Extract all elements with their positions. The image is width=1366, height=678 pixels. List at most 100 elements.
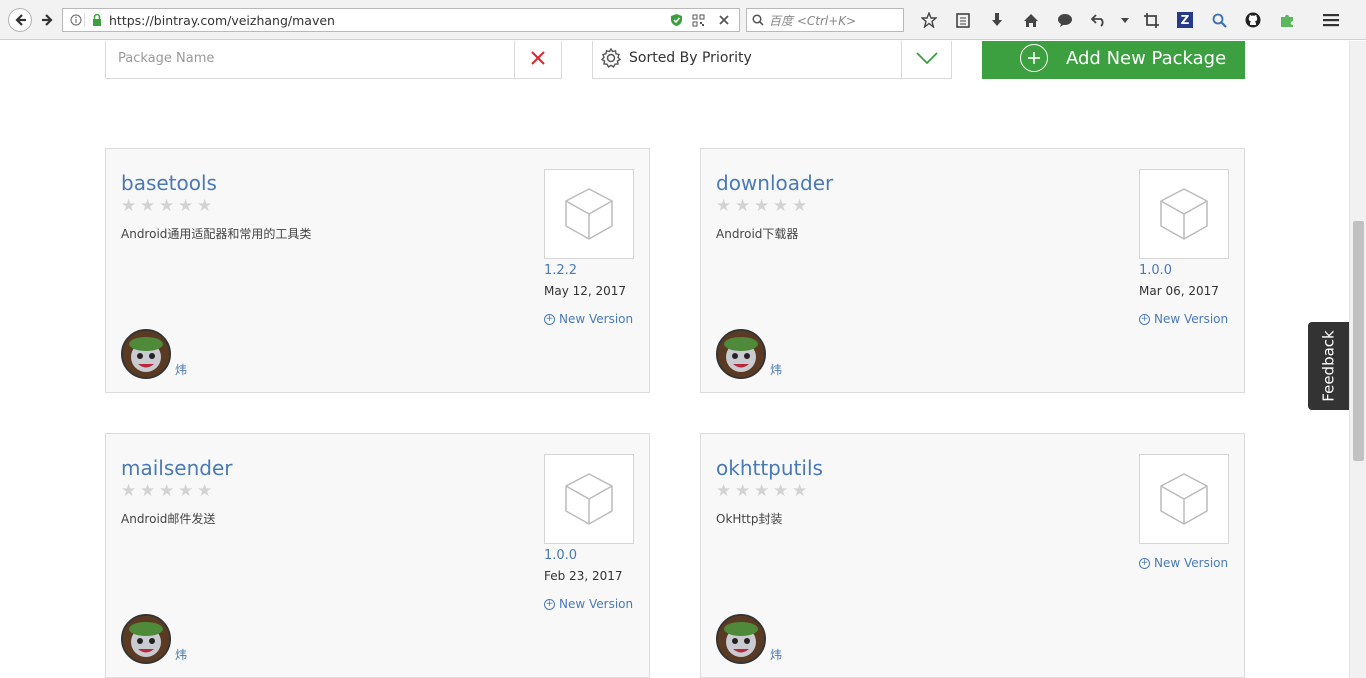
owner-avatar[interactable] (716, 614, 766, 664)
owner-name-link[interactable]: 炜 (175, 361, 187, 378)
latest-version-link[interactable]: 1.0.0 (544, 548, 577, 563)
rating-stars[interactable]: ★ ★ ★ ★ ★ (716, 198, 811, 215)
new-version-link[interactable]: + New Version (544, 312, 633, 326)
star-icon[interactable]: ★ (792, 198, 811, 215)
version-date: Feb 23, 2017 (544, 569, 623, 583)
new-version-label: New Version (559, 597, 634, 611)
github-icon[interactable] (1236, 8, 1270, 32)
owner-name-link[interactable]: 炜 (770, 646, 782, 663)
star-icon[interactable]: ★ (140, 483, 159, 500)
package-description: Android下载器 (716, 227, 799, 241)
dropdown-caret-icon[interactable] (1116, 8, 1134, 32)
rating-stars[interactable]: ★ ★ ★ ★ ★ (716, 483, 811, 500)
star-icon[interactable]: ★ (178, 198, 197, 215)
star-icon[interactable]: ★ (754, 483, 773, 500)
back-button[interactable] (8, 8, 32, 32)
star-icon[interactable]: ★ (716, 483, 735, 500)
package-box-icon (1139, 454, 1229, 544)
rating-stars[interactable]: ★ ★ ★ ★ ★ (121, 198, 216, 215)
star-icon[interactable]: ★ (197, 483, 216, 500)
package-card: mailsender ★ ★ ★ ★ ★ Android邮件发送 1.0.0 Feb 2… (105, 433, 650, 678)
star-icon[interactable]: ★ (773, 198, 792, 215)
package-name-link[interactable]: downloader (716, 171, 833, 195)
package-description: Android邮件发送 (121, 512, 216, 526)
package-name-link[interactable]: okhttputils (716, 456, 823, 480)
magnifier-icon[interactable] (1202, 8, 1236, 32)
feedback-label: Feedback (1320, 330, 1338, 402)
puzzle-icon[interactable] (1270, 8, 1304, 32)
add-new-package-label: Add New Package (1066, 47, 1227, 69)
package-name-link[interactable]: mailsender (121, 456, 232, 480)
owner-avatar[interactable] (716, 329, 766, 379)
star-icon[interactable]: ★ (197, 198, 216, 215)
star-icon[interactable]: ★ (178, 483, 197, 500)
star-icon[interactable]: ★ (121, 483, 140, 500)
zotero-icon[interactable]: Z (1168, 8, 1202, 32)
package-description: OkHttp封装 (716, 512, 783, 526)
package-name-link[interactable]: basetools (121, 171, 217, 195)
new-version-link[interactable]: + New Version (1139, 312, 1228, 326)
bookmark-star-icon[interactable] (912, 8, 946, 32)
star-icon[interactable]: ★ (159, 198, 178, 215)
reader-list-icon[interactable] (946, 8, 980, 32)
stop-icon[interactable] (709, 9, 739, 31)
star-icon[interactable]: ★ (792, 483, 811, 500)
plus-circle-icon: + (1139, 557, 1150, 569)
sort-dropdown[interactable]: Sorted By Priority (592, 41, 902, 79)
sort-label: Sorted By Priority (629, 50, 752, 66)
star-icon[interactable]: ★ (735, 198, 754, 215)
menu-hamburger-icon[interactable] (1314, 8, 1348, 32)
chevron-down-icon (915, 52, 938, 64)
info-icon[interactable] (67, 13, 85, 27)
star-icon[interactable]: ★ (735, 483, 754, 500)
browser-toolbar: https://bintray.com/veizhang/maven 百度 <C… (0, 0, 1366, 40)
toolbar-icons: Z (912, 8, 1348, 32)
home-icon[interactable] (1014, 8, 1048, 32)
clear-filter-button[interactable] (514, 41, 562, 79)
plus-circle-icon: + (544, 598, 555, 610)
star-icon[interactable]: ★ (716, 198, 735, 215)
gear-icon (599, 46, 623, 70)
owner-avatar[interactable] (121, 614, 171, 664)
scrollbar-thumb[interactable] (1353, 221, 1364, 461)
shield-check-icon[interactable] (665, 9, 687, 31)
rating-stars[interactable]: ★ ★ ★ ★ ★ (121, 483, 216, 500)
new-version-link[interactable]: + New Version (544, 597, 633, 611)
package-box-icon (544, 454, 634, 544)
qr-code-icon[interactable] (687, 9, 709, 31)
url-bar[interactable]: https://bintray.com/veizhang/maven (62, 8, 740, 32)
chat-bubble-icon[interactable] (1048, 8, 1082, 32)
add-new-package-button[interactable]: Add New Package (982, 41, 1245, 79)
package-name-filter[interactable]: Package Name (105, 41, 515, 79)
owner-name-link[interactable]: 炜 (175, 646, 187, 663)
package-card: downloader ★ ★ ★ ★ ★ Android下载器 1.0.0 Mar 06… (700, 148, 1245, 393)
undo-icon[interactable] (1082, 8, 1116, 32)
latest-version-link[interactable]: 1.2.2 (544, 263, 577, 278)
package-description: Android通用适配器和常用的工具类 (121, 227, 312, 241)
download-icon[interactable] (980, 8, 1014, 32)
package-card: basetools ★ ★ ★ ★ ★ Android通用适配器和常用的工具类 1.2.… (105, 148, 650, 393)
arrow-right-icon (42, 14, 53, 26)
star-icon[interactable]: ★ (121, 198, 140, 215)
version-date: May 12, 2017 (544, 284, 627, 298)
crop-icon[interactable] (1134, 8, 1168, 32)
star-icon[interactable]: ★ (140, 198, 159, 215)
search-placeholder: 百度 <Ctrl+K> (769, 13, 857, 28)
owner-avatar[interactable] (121, 329, 171, 379)
star-icon[interactable]: ★ (773, 483, 792, 500)
star-icon[interactable]: ★ (159, 483, 178, 500)
plus-circle-icon: + (1139, 313, 1150, 325)
page-scrollbar[interactable] (1349, 41, 1366, 678)
sort-dropdown-toggle[interactable] (901, 41, 952, 79)
star-icon[interactable]: ★ (754, 198, 773, 215)
search-bar[interactable]: 百度 <Ctrl+K> (746, 8, 904, 32)
lock-icon (89, 14, 105, 26)
url-text[interactable]: https://bintray.com/veizhang/maven (109, 13, 665, 28)
owner-name-link[interactable]: 炜 (770, 361, 782, 378)
new-version-link[interactable]: + New Version (1139, 556, 1228, 570)
package-box-icon (544, 169, 634, 259)
package-box-icon (1139, 169, 1229, 259)
latest-version-link[interactable]: 1.0.0 (1139, 263, 1172, 278)
feedback-tab[interactable]: Feedback (1308, 322, 1350, 410)
forward-button[interactable] (36, 8, 60, 32)
